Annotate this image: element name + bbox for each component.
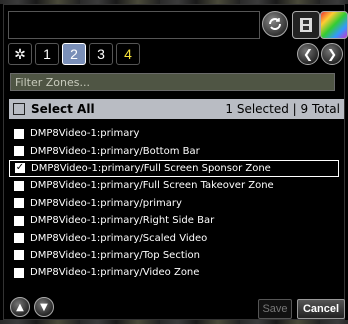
save-button[interactable]: Save [258, 299, 292, 319]
zone-checkbox[interactable] [13, 214, 25, 227]
checkmark-icon: ✓ [15, 162, 25, 174]
zone-row[interactable]: DMP8Video-1:primary/Full Screen Takeover… [9, 177, 339, 194]
zone-checkbox-checked[interactable]: ✓ [14, 162, 26, 175]
chevron-up-icon[interactable]: ▲ [10, 297, 30, 317]
chevron-down-icon[interactable]: ▼ [34, 297, 54, 317]
chevron-right-icon[interactable]: ❯ [321, 43, 343, 65]
sync-icon[interactable] [262, 11, 288, 37]
select-all-label: Select All [31, 102, 95, 116]
star-icon[interactable]: ✲ [8, 43, 32, 65]
zone-row[interactable]: DMP8Video-1:primary/Top Section [9, 247, 339, 264]
zone-label: DMP8Video-1:primary/Full Screen Takeover… [30, 180, 274, 192]
film-icon[interactable] [292, 11, 320, 39]
filter-zones-input[interactable]: Filter Zones... [10, 73, 335, 91]
zone-label: DMP8Video-1:primary/Right Side Bar [30, 215, 215, 227]
zone-label: DMP8Video-1:primary/Top Section [30, 249, 200, 261]
zone-checkbox[interactable] [13, 232, 25, 245]
tab-2[interactable]: 2 [62, 43, 86, 65]
zone-row[interactable]: DMP8Video-1:primary/primary [9, 195, 339, 212]
zone-label: DMP8Video-1:primary/Scaled Video [30, 232, 208, 244]
zone-checkbox[interactable] [13, 249, 25, 262]
zone-label: DMP8Video-1:primary [30, 128, 140, 140]
zone-row[interactable]: DMP8Video-1:primary/Scaled Video [9, 229, 339, 246]
selection-count: 1 Selected | 9 Total [225, 102, 340, 116]
zone-label: DMP8Video-1:primary/primary [30, 197, 182, 209]
zone-row[interactable]: DMP8Video-1:primary/Right Side Bar [9, 212, 339, 229]
tab-4[interactable]: 4 [116, 43, 140, 65]
zone-row[interactable]: DMP8Video-1:primary/Bottom Bar [9, 142, 339, 159]
zone-row-selected[interactable]: ✓ DMP8Video-1:primary/Full Screen Sponsor… [9, 159, 339, 178]
tab-3[interactable]: 3 [89, 43, 113, 65]
zone-label: DMP8Video-1:primary/Video Zone [30, 267, 200, 279]
zone-checkbox[interactable] [13, 127, 25, 140]
cancel-button[interactable]: Cancel [297, 299, 345, 319]
bottom-decor-strip [0, 320, 348, 324]
top-field[interactable] [8, 11, 260, 39]
tab-1[interactable]: 1 [35, 43, 59, 65]
chevron-left-icon[interactable]: ❮ [297, 43, 319, 65]
zone-label: DMP8Video-1:primary/Bottom Bar [30, 145, 200, 157]
zone-label: DMP8Video-1:primary/Full Screen Sponsor … [31, 162, 271, 174]
zone-checkbox[interactable] [13, 266, 25, 279]
zone-list: DMP8Video-1:primary DMP8Video-1:primary/… [9, 125, 339, 282]
select-all-checkbox[interactable] [13, 103, 25, 115]
zone-checkbox[interactable] [13, 179, 25, 192]
zone-row[interactable]: DMP8Video-1:primary [9, 125, 339, 142]
zone-row[interactable]: DMP8Video-1:primary/Video Zone [9, 264, 339, 281]
select-all-header[interactable]: Select All 1 Selected | 9 Total [9, 99, 344, 119]
zone-checkbox[interactable] [13, 145, 25, 158]
color-palette-icon[interactable] [320, 11, 348, 39]
zone-picker-panel: ✲ 1 2 3 4 ❮ ❯ Filter Zones... Select All… [3, 4, 348, 320]
zone-checkbox[interactable] [13, 197, 25, 210]
